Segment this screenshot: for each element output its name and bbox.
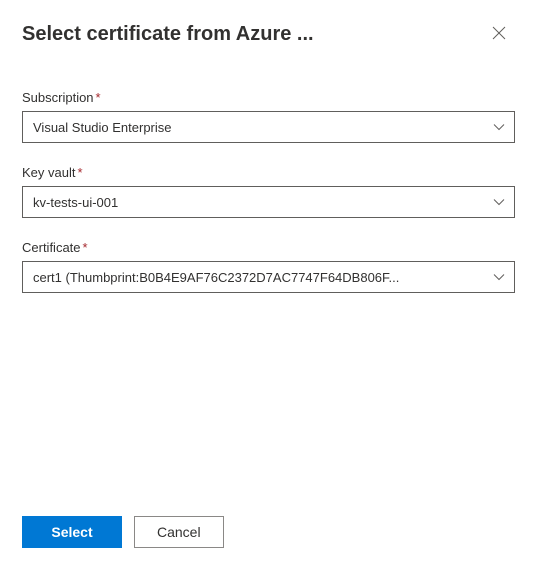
subscription-value: Visual Studio Enterprise	[33, 120, 172, 135]
chevron-down-icon	[492, 120, 506, 134]
select-certificate-panel: Select certificate from Azure ... Subscr…	[0, 0, 537, 582]
subscription-dropdown[interactable]: Visual Studio Enterprise	[22, 111, 515, 143]
certificate-label-text: Certificate	[22, 240, 81, 255]
key-vault-value: kv-tests-ui-001	[33, 195, 118, 210]
subscription-field: Subscription* Visual Studio Enterprise	[22, 90, 515, 143]
panel-footer: Select Cancel	[22, 506, 515, 564]
close-button[interactable]	[483, 18, 515, 50]
cancel-button[interactable]: Cancel	[134, 516, 224, 548]
required-indicator: *	[83, 240, 88, 255]
key-vault-dropdown[interactable]: kv-tests-ui-001	[22, 186, 515, 218]
close-icon	[492, 26, 506, 43]
key-vault-label-text: Key vault	[22, 165, 75, 180]
certificate-field: Certificate* cert1 (Thumbprint:B0B4E9AF7…	[22, 240, 515, 293]
certificate-dropdown[interactable]: cert1 (Thumbprint:B0B4E9AF76C2372D7AC774…	[22, 261, 515, 293]
subscription-label-text: Subscription	[22, 90, 94, 105]
panel-header: Select certificate from Azure ...	[22, 18, 515, 50]
key-vault-field: Key vault* kv-tests-ui-001	[22, 165, 515, 218]
chevron-down-icon	[492, 270, 506, 284]
chevron-down-icon	[492, 195, 506, 209]
certificate-value: cert1 (Thumbprint:B0B4E9AF76C2372D7AC774…	[33, 270, 399, 285]
required-indicator: *	[77, 165, 82, 180]
certificate-label: Certificate*	[22, 240, 515, 255]
key-vault-label: Key vault*	[22, 165, 515, 180]
select-button[interactable]: Select	[22, 516, 122, 548]
panel-title: Select certificate from Azure ...	[22, 23, 483, 46]
required-indicator: *	[96, 90, 101, 105]
subscription-label: Subscription*	[22, 90, 515, 105]
